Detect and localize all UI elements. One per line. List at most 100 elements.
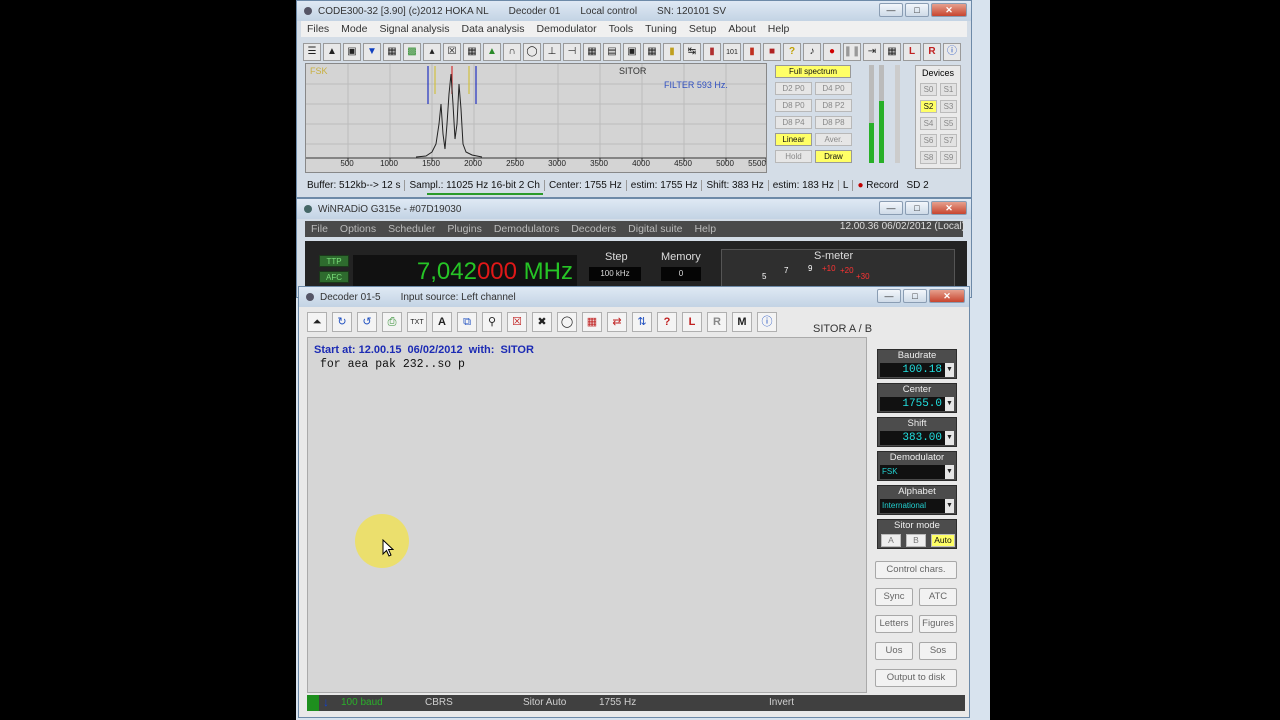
table-icon[interactable]: ▦ <box>643 43 661 61</box>
shield-icon[interactable]: ◯ <box>557 312 577 332</box>
antenna-icon[interactable]: ▼ <box>363 43 381 61</box>
close-icon[interactable]: ✕ <box>931 3 967 17</box>
record-indicator[interactable]: ● Record <box>853 180 902 191</box>
uos-button[interactable]: Uos <box>875 642 913 660</box>
ttp-button[interactable]: TTP <box>319 255 349 267</box>
export-icon[interactable]: ⇥ <box>863 43 881 61</box>
center-control[interactable]: Center 1755.0 ▼ <box>877 383 957 413</box>
copy-icon[interactable]: ⧉ <box>457 312 477 332</box>
device-s7-button[interactable]: S7 <box>940 134 957 147</box>
maximize-icon[interactable]: □ <box>905 201 929 215</box>
device-s3-button[interactable]: S3 <box>940 100 957 113</box>
output-to-disk-button[interactable]: Output to disk <box>875 669 957 687</box>
menu-mode[interactable]: Mode <box>335 23 373 35</box>
swap-icon[interactable]: ⇄ <box>607 312 627 332</box>
chevron-down-icon[interactable]: ▼ <box>945 465 954 479</box>
memory-value[interactable]: 0 <box>661 267 701 281</box>
menu-tuning[interactable]: Tuning <box>639 23 683 35</box>
bar-green-icon[interactable]: ▩ <box>403 43 421 61</box>
menu-help[interactable]: Help <box>762 23 796 35</box>
sitor-mode-a-button[interactable]: A <box>881 534 901 547</box>
tune-icon[interactable]: ⊣ <box>563 43 581 61</box>
split-icon[interactable]: ⊥ <box>543 43 561 61</box>
menu-setup[interactable]: Setup <box>683 23 722 35</box>
record-icon[interactable]: ● <box>823 43 841 61</box>
chart-icon[interactable]: ▲ <box>323 43 341 61</box>
device-s9-button[interactable]: S9 <box>940 151 957 164</box>
menu-signal-analysis[interactable]: Signal analysis <box>373 23 455 35</box>
menu-help[interactable]: Help <box>688 223 722 235</box>
minimize-icon[interactable]: — <box>879 3 903 17</box>
hold-button[interactable]: Hold <box>775 150 812 163</box>
level-icon[interactable]: ▮ <box>743 43 761 61</box>
hatch-icon[interactable]: ▤ <box>603 43 621 61</box>
code300-titlebar[interactable]: CODE300-32 [3.90] (c)2012 HOKA NL Decode… <box>297 1 971 21</box>
chevron-down-icon[interactable]: ▼ <box>945 397 954 411</box>
menu-about[interactable]: About <box>722 23 761 35</box>
signal-icon[interactable]: ▲ <box>483 43 501 61</box>
shift-value[interactable]: 383.00 <box>880 431 946 445</box>
save-icon[interactable]: ⎙ <box>382 312 402 332</box>
tools-icon[interactable]: ✖ <box>532 312 552 332</box>
stop-icon[interactable]: ■ <box>763 43 781 61</box>
waterfall-icon[interactable]: ▦ <box>383 43 401 61</box>
afc-button[interactable]: AFC <box>319 271 349 283</box>
winradio-titlebar[interactable]: WiNRADiO G315e - #07D19030 <box>297 199 971 219</box>
d4p0-button[interactable]: D4 P0 <box>815 82 852 95</box>
alphabet-value[interactable]: International <box>880 499 946 513</box>
block-icon[interactable]: ▣ <box>623 43 641 61</box>
control-chars-button[interactable]: Control chars. <box>875 561 957 579</box>
d8p8-button[interactable]: D8 P8 <box>815 116 852 129</box>
sitor-mode-auto-button[interactable]: Auto <box>931 534 955 547</box>
device-s5-button[interactable]: S5 <box>940 117 957 130</box>
letters-button[interactable]: Letters <box>875 615 913 633</box>
close-icon[interactable]: ✕ <box>929 289 965 303</box>
r-marker-icon[interactable]: R <box>707 312 727 332</box>
menu-demodulators[interactable]: Demodulators <box>488 223 565 235</box>
shift-control[interactable]: Shift 383.00 ▼ <box>877 417 957 447</box>
grid-icon[interactable]: ▦ <box>582 312 602 332</box>
menu-scheduler[interactable]: Scheduler <box>382 223 441 235</box>
chevron-down-icon[interactable]: ▼ <box>945 499 954 513</box>
grid-icon[interactable]: ▦ <box>463 43 481 61</box>
menu-options[interactable]: Options <box>334 223 382 235</box>
info-icon[interactable]: ⓘ <box>943 43 961 61</box>
shuffle-icon[interactable]: ↹ <box>683 43 701 61</box>
menu-file[interactable]: File <box>305 223 334 235</box>
close-icon[interactable]: ✕ <box>931 201 967 215</box>
spectrum-display[interactable]: FSK SITOR FILTER 593 Hz. <box>305 63 767 173</box>
decoder-titlebar[interactable]: Decoder 01-5 Input source: Left channel <box>299 287 969 307</box>
l-marker-icon[interactable]: L <box>903 43 921 61</box>
bars-icon[interactable]: ▮ <box>663 43 681 61</box>
aver-button[interactable]: Aver. <box>815 133 852 146</box>
help-icon[interactable]: ? <box>657 312 677 332</box>
menu-data-analysis[interactable]: Data analysis <box>455 23 530 35</box>
maximize-icon[interactable]: □ <box>905 3 929 17</box>
minimize-icon[interactable]: — <box>879 201 903 215</box>
menu-plugins[interactable]: Plugins <box>441 223 487 235</box>
baudrate-value[interactable]: 100.18 <box>880 363 946 377</box>
atc-button[interactable]: ATC <box>919 588 957 606</box>
speaker-icon[interactable]: ♪ <box>803 43 821 61</box>
mesh-icon[interactable]: ▦ <box>583 43 601 61</box>
r-marker-icon[interactable]: R <box>923 43 941 61</box>
decoder-output[interactable]: Start at: 12.00.15 06/02/2012 with: SITO… <box>307 337 867 693</box>
minimize-icon[interactable]: — <box>877 289 901 303</box>
up-down-icon[interactable]: ⇅ <box>632 312 652 332</box>
calc-icon[interactable]: ▦ <box>883 43 901 61</box>
list-icon[interactable]: ☰ <box>303 43 321 61</box>
info-icon[interactable]: ⓘ <box>757 312 777 332</box>
histogram-icon[interactable]: ▮ <box>703 43 721 61</box>
scope-icon[interactable]: ∩ <box>503 43 521 61</box>
device-s1-button[interactable]: S1 <box>940 83 957 96</box>
spectrum-icon[interactable]: ▴ <box>423 43 441 61</box>
chevron-down-icon[interactable]: ▼ <box>945 431 954 445</box>
device-s4-button[interactable]: S4 <box>920 117 937 130</box>
menu-decoders[interactable]: Decoders <box>565 223 622 235</box>
figures-button[interactable]: Figures <box>919 615 957 633</box>
reset-icon[interactable]: ↺ <box>357 312 377 332</box>
d8p2-button[interactable]: D8 P2 <box>815 99 852 112</box>
d8p4-button[interactable]: D8 P4 <box>775 116 812 129</box>
alphabet-select[interactable]: Alphabet International ▼ <box>877 485 957 515</box>
sitor-mode-b-button[interactable]: B <box>906 534 926 547</box>
